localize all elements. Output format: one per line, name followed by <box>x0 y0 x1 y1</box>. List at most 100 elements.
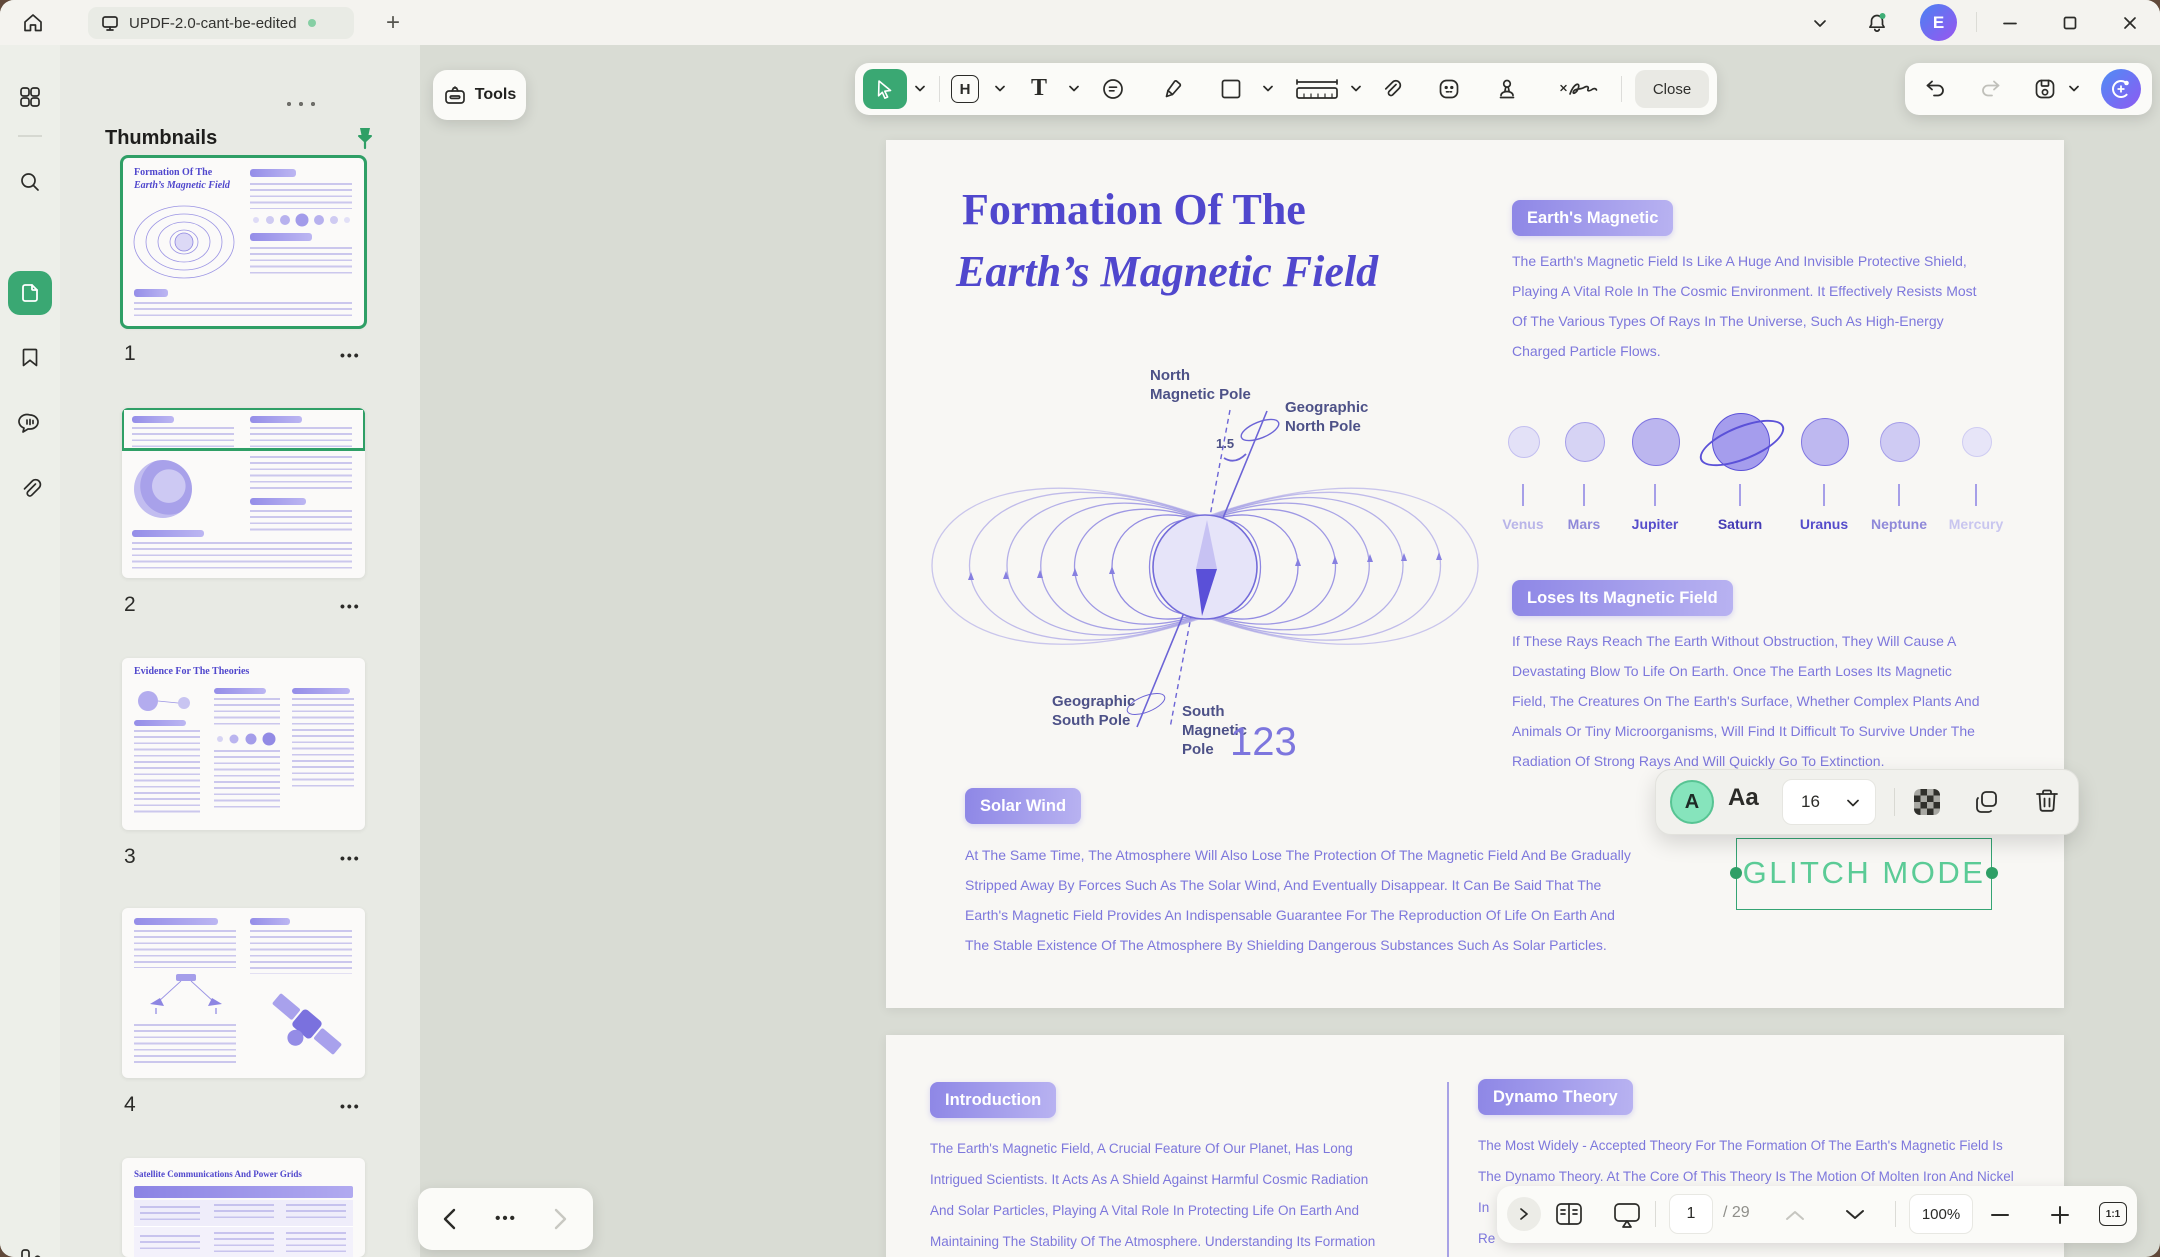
next-page-button[interactable] <box>552 1208 568 1230</box>
font-size-select[interactable]: 16 <box>1782 779 1876 825</box>
text-line: North <box>1150 366 1251 385</box>
sidebar-item-comments[interactable] <box>18 411 42 435</box>
highlighter-tool-button[interactable] <box>1161 77 1185 101</box>
highlighter-icon <box>1161 77 1185 101</box>
next-page-button[interactable] <box>1843 1208 1867 1222</box>
minimize-button[interactable] <box>1995 8 2025 38</box>
toolbar-divider <box>1621 76 1622 102</box>
sidebar-item-grid[interactable] <box>18 85 42 109</box>
presentation-mode-button[interactable] <box>1613 1202 1641 1228</box>
save-button[interactable] <box>2033 77 2057 101</box>
thumbnail-2-viewport-box <box>122 408 365 450</box>
thumbnail-page-3[interactable]: Evidence For The Theories <box>122 658 365 830</box>
zoom-in-button[interactable] <box>2051 1206 2069 1224</box>
sidebar-rail <box>0 45 60 1257</box>
measure-tool-chevron[interactable] <box>1351 85 1361 93</box>
text-tool-chevron[interactable] <box>1069 85 1079 93</box>
thumbnail-page-2[interactable] <box>122 408 365 578</box>
zoom-level-input[interactable]: 100% <box>1909 1194 1973 1234</box>
actual-size-button[interactable]: 1:1 <box>2099 1202 2127 1226</box>
two-page-view-icon <box>1555 1201 1583 1227</box>
thumb1-badge3 <box>134 289 168 297</box>
select-tool-chevron[interactable] <box>915 85 925 93</box>
thumbnail-2-menu[interactable]: ••• <box>340 598 361 614</box>
signature-tool-button[interactable] <box>1553 77 1605 101</box>
previous-page-button[interactable] <box>1783 1208 1807 1222</box>
text-tool-button[interactable]: T <box>1031 75 1047 102</box>
badge-introduction: Introduction <box>930 1082 1056 1118</box>
more-pages-button[interactable]: ••• <box>484 1210 528 1227</box>
close-window-button[interactable] <box>2115 8 2145 38</box>
thumbnail-page-5[interactable]: Satellite Communications And Power Grids <box>122 1158 365 1257</box>
sidebar-item-swatches[interactable] <box>18 1245 42 1257</box>
comment-tool-button[interactable] <box>1101 77 1125 101</box>
home-button[interactable] <box>18 8 48 38</box>
thumbnail-3-menu[interactable]: ••• <box>340 850 361 866</box>
font-style-button[interactable]: Aa <box>1728 784 1759 812</box>
maximize-icon <box>2062 15 2078 31</box>
titlebar: UPDF-2.0-cant-be-edited + E <box>0 0 2160 45</box>
ai-assistant-button[interactable] <box>2101 69 2141 109</box>
badge-loses-field: Loses Its Magnetic Field <box>1512 580 1733 616</box>
font-style-glyph: Aa <box>1728 784 1759 811</box>
new-tab-button[interactable]: + <box>378 8 408 38</box>
close-icon <box>2122 15 2138 31</box>
sidebar-item-thumbnails[interactable] <box>8 271 52 315</box>
heading-tool-chevron[interactable] <box>995 85 1005 93</box>
tabs-dropdown-button[interactable] <box>1805 8 1835 38</box>
delete-button[interactable] <box>2032 786 2062 816</box>
avatar[interactable]: E <box>1920 4 1957 41</box>
label-angle-value: 1.5 <box>1216 436 1234 451</box>
font-color-glyph: A <box>1685 791 1699 814</box>
zoom-out-button[interactable] <box>1991 1213 2009 1217</box>
sticker-tool-button[interactable] <box>1437 77 1461 101</box>
thumbnail-1-menu[interactable]: ••• <box>340 347 361 363</box>
page-number-input[interactable]: 1 <box>1669 1194 1713 1234</box>
thumbnail-4-menu[interactable]: ••• <box>340 1098 361 1114</box>
tools-button[interactable]: Tools <box>433 70 526 120</box>
opacity-button[interactable] <box>1914 789 1940 815</box>
label-geographic-south-pole: GeographicSouth Pole <box>1052 692 1135 730</box>
collapse-bar-button[interactable] <box>1507 1197 1541 1231</box>
redo-button[interactable] <box>1979 77 2003 101</box>
notifications-button[interactable] <box>1862 8 1892 38</box>
sidebar-item-bookmarks[interactable] <box>18 345 42 369</box>
reading-mode-button[interactable] <box>1555 1201 1583 1227</box>
sidebar-item-search[interactable] <box>18 170 42 194</box>
heading-tool-button[interactable]: H <box>951 75 979 103</box>
undo-button[interactable] <box>1923 77 1947 101</box>
text-line: South Pole <box>1052 711 1135 730</box>
thumb5-table-row <box>134 1227 353 1257</box>
selected-text-box[interactable]: GLITCH MODE <box>1736 838 1992 910</box>
save-chevron[interactable] <box>2069 85 2079 93</box>
resize-handle-left[interactable] <box>1730 867 1742 879</box>
document-tab[interactable]: UPDF-2.0-cant-be-edited <box>88 7 354 39</box>
planet-tick <box>1898 484 1900 506</box>
text-line: Intrigued Scientists. It Acts As A Shiel… <box>930 1164 1375 1195</box>
text-line: Maintaining The Stability Of The Atmosph… <box>930 1226 1375 1257</box>
pin-panel-button[interactable] <box>352 125 378 151</box>
home-icon <box>21 11 45 35</box>
thumb4-textlines2 <box>134 1024 236 1066</box>
text-line: The Stable Existence Of The Atmosphere B… <box>965 930 1631 960</box>
panel-drag-handle[interactable] <box>284 101 318 107</box>
maximize-button[interactable] <box>2055 8 2085 38</box>
thumbnail-page-4[interactable] <box>122 908 365 1078</box>
para-solar-wind: At The Same Time, The Atmosphere Will Al… <box>965 840 1631 960</box>
stamp-tool-button[interactable] <box>1495 77 1519 101</box>
close-toolbar-button[interactable]: Close <box>1635 70 1709 108</box>
select-tool-button[interactable] <box>863 69 907 109</box>
thumbnail-page-1[interactable]: Formation Of The Earth’s Magnetic Field <box>122 157 365 327</box>
font-color-button[interactable]: A <box>1670 780 1714 824</box>
toolbox-icon <box>443 83 467 107</box>
font-size-value: 16 <box>1801 792 1820 812</box>
resize-handle-right[interactable] <box>1986 867 1998 879</box>
app-window: UPDF-2.0-cant-be-edited + E <box>0 0 2160 1257</box>
sidebar-item-attachments[interactable] <box>18 477 42 501</box>
shape-tool-chevron[interactable] <box>1263 85 1273 93</box>
measure-tool-button[interactable] <box>1291 77 1343 101</box>
attach-tool-button[interactable] <box>1379 77 1403 101</box>
copy-button[interactable] <box>1972 787 2002 817</box>
shape-tool-button[interactable] <box>1219 77 1243 101</box>
prev-page-button[interactable] <box>442 1208 458 1230</box>
